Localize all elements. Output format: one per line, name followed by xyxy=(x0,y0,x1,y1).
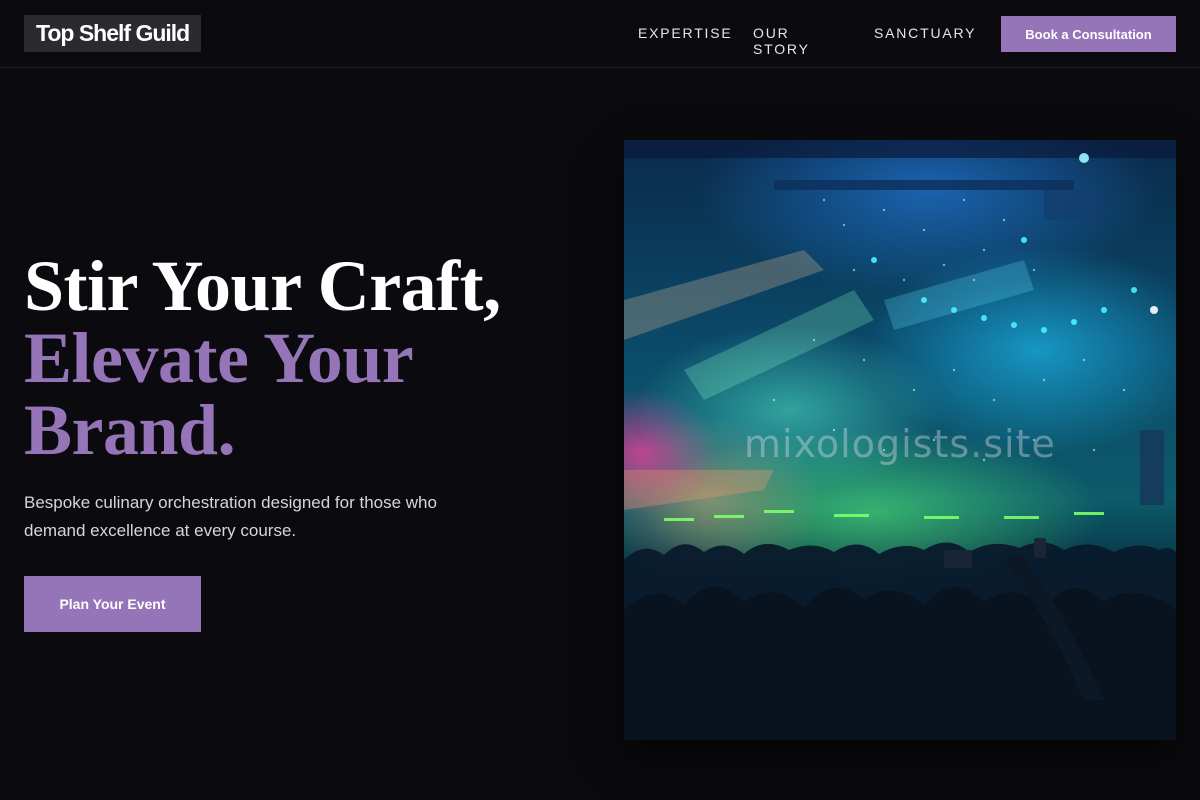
brand-logo[interactable]: Top Shelf Guild xyxy=(24,15,202,52)
hero-subtext: Bespoke culinary orchestration designed … xyxy=(24,493,437,540)
image-watermark: mixologists.site xyxy=(744,422,1056,466)
hero-headline: Stir Your Craft, Elevate Your Brand. xyxy=(24,250,501,466)
plan-event-button[interactable]: Plan Your Event xyxy=(24,576,201,632)
nav-link-expertise[interactable]: EXPERTISE xyxy=(638,25,733,41)
headline-line-1: Stir Your Craft, xyxy=(24,246,501,326)
headline-line-2: Elevate Your xyxy=(24,318,414,398)
nav-link-our-story[interactable]: OUR STORY xyxy=(753,25,810,57)
book-consultation-button[interactable]: Book a Consultation xyxy=(1001,16,1176,52)
concert-crowd-image: mixologists.site xyxy=(624,140,1176,740)
headline-line-3: Brand. xyxy=(24,390,236,470)
nav-link-sanctuary[interactable]: SANCTUARY xyxy=(874,25,976,41)
site-header: Top Shelf Guild EXPERTISE OUR STORY SANC… xyxy=(0,0,1200,68)
